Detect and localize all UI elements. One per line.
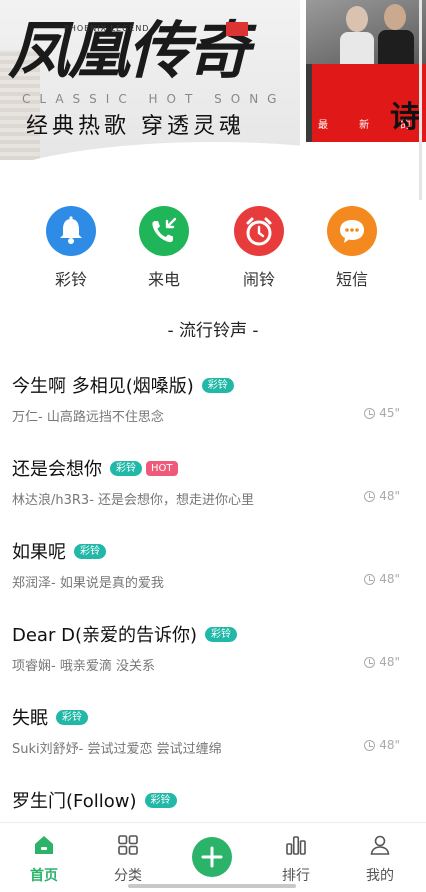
message-icon: [327, 206, 377, 256]
banner-next-image[interactable]: 最 新 的 诗: [306, 0, 426, 142]
home-icon: [35, 836, 53, 854]
hot-badge: HOT: [146, 460, 178, 476]
shortcut-label: 彩铃: [54, 270, 87, 289]
bell-icon: [46, 206, 96, 256]
grid-icon: [118, 835, 138, 855]
clock-icon: [364, 739, 376, 751]
shortcut-ringback[interactable]: 彩铃: [36, 206, 106, 290]
banner-right-big: 诗: [390, 100, 420, 135]
home-indicator: [128, 884, 296, 888]
nav-home[interactable]: 首页: [14, 833, 74, 885]
clock-icon: [364, 407, 376, 419]
clock-icon: [364, 656, 376, 668]
ringback-badge: 彩铃: [74, 543, 106, 559]
nav-home-label: 首页: [30, 868, 58, 884]
song-item[interactable]: 今生啊 多相见(烟嗓版) 彩铃 万仁- 山高路远挡不住思念 45": [12, 372, 414, 454]
scrollbar[interactable]: [419, 0, 422, 200]
incoming-call-icon: [139, 206, 189, 256]
banner-subtitle-en: CLASSIC HOT SONG: [22, 92, 286, 106]
song-name: 今生啊 多相见(烟嗓版): [12, 376, 194, 397]
ringback-badge: 彩铃: [144, 792, 177, 808]
banner[interactable]: 凤凰传奇 PHOENIX LEGEND CLASSIC HOT SONG 经典热…: [0, 0, 426, 160]
plus-icon: [201, 846, 223, 868]
song-duration: 45": [379, 406, 400, 420]
song-duration: 48": [379, 489, 400, 503]
banner-red-mark: [226, 22, 248, 36]
nav-mine-label: 我的: [366, 868, 394, 884]
shortcut-label: 短信: [335, 270, 368, 289]
shortcut-grid: 彩铃 来电 闹铃 短信: [0, 206, 426, 296]
clock-icon: [364, 573, 376, 585]
nav-category-label: 分类: [114, 868, 142, 884]
artist-figure: [378, 30, 414, 64]
nav-mine[interactable]: 我的: [350, 833, 410, 885]
shortcut-alarm[interactable]: 闹铃: [224, 206, 294, 290]
user-icon: [370, 835, 390, 855]
bar-chart-icon: [286, 836, 306, 855]
shortcut-label: 闹铃: [242, 270, 275, 289]
song-duration: 48": [379, 738, 400, 752]
banner-small-en: PHOENIX LEGEND: [64, 24, 150, 33]
shortcut-label: 来电: [147, 270, 180, 289]
bottom-nav: 首页 分类 排行 我的: [0, 822, 426, 892]
artist-figure: [340, 32, 374, 64]
song-name: 如果呢: [12, 542, 66, 563]
song-item[interactable]: 还是会想你 彩铃 HOT 林达浪/h3R3- 还是会想你，想走进你心里 48": [12, 455, 414, 537]
song-description: 林达浪/h3R3- 还是会想你，想走进你心里: [12, 493, 255, 508]
clock-icon: [364, 490, 376, 502]
ringback-badge: 彩铃: [110, 460, 142, 476]
shortcut-incoming-call[interactable]: 来电: [129, 206, 199, 290]
song-name: Dear D(亲爱的告诉你): [12, 625, 197, 646]
add-button[interactable]: [192, 837, 232, 877]
nav-rank-label: 排行: [282, 868, 310, 884]
song-description: Suki刘舒妤- 尝试过爱恋 尝试过缠绵: [12, 742, 222, 757]
song-name: 失眠: [12, 708, 48, 729]
nav-category[interactable]: 分类: [98, 833, 158, 885]
alarm-clock-icon: [234, 206, 284, 256]
ringback-badge: 彩铃: [205, 626, 237, 642]
banner-title: 凤凰传奇: [8, 14, 250, 87]
song-duration: 48": [379, 572, 400, 586]
song-name: 还是会想你: [12, 459, 102, 480]
banner-main-image[interactable]: 凤凰传奇 PHOENIX LEGEND CLASSIC HOT SONG 经典热…: [0, 0, 300, 160]
nav-rank[interactable]: 排行: [266, 833, 326, 885]
ringback-badge: 彩铃: [56, 709, 88, 725]
artist-face: [346, 6, 368, 32]
song-description: 项睿娴- 哦亲爱滴 没关系: [12, 659, 155, 674]
song-description: 万仁- 山高路远挡不住思念: [12, 410, 164, 425]
song-item[interactable]: Dear D(亲爱的告诉你) 彩铃 项睿娴- 哦亲爱滴 没关系 48": [12, 621, 414, 703]
song-duration: 48": [379, 655, 400, 669]
ringback-badge: 彩铃: [201, 377, 234, 393]
song-item[interactable]: 如果呢 彩铃 郑润泽- 如果说是真的爱我 48": [12, 538, 414, 620]
shortcut-message[interactable]: 短信: [317, 206, 387, 290]
banner-subtitle: 经典热歌 穿透灵魂: [26, 114, 245, 139]
song-description: 郑润泽- 如果说是真的爱我: [12, 576, 164, 591]
song-item[interactable]: 失眠 彩铃 Suki刘舒妤- 尝试过爱恋 尝试过缠绵 48": [12, 704, 414, 786]
artist-face: [384, 4, 406, 30]
section-title: - 流行铃声 -: [167, 321, 259, 341]
song-name: 罗生门(Follow): [12, 791, 137, 812]
